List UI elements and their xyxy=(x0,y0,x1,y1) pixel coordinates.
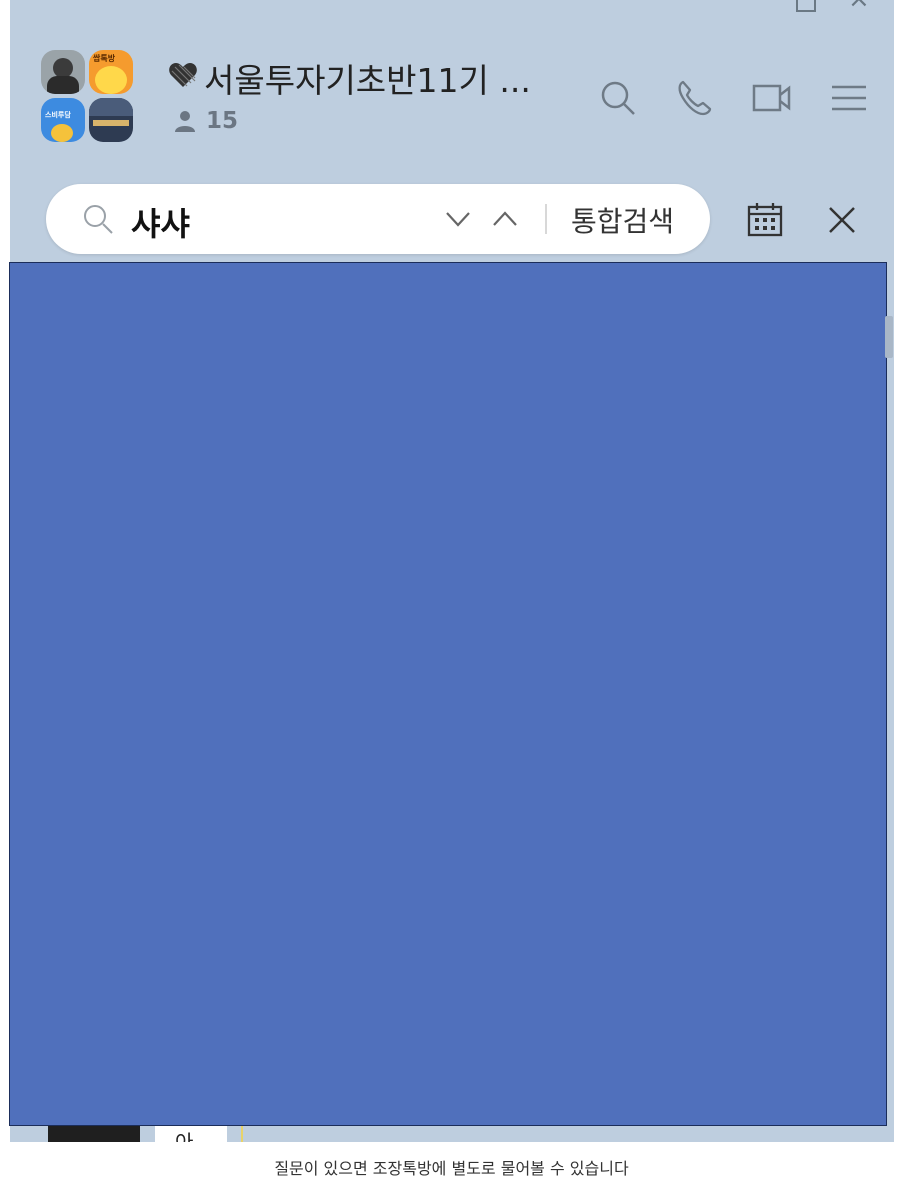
partial-message-text: 아 xyxy=(175,1130,194,1142)
search-input[interactable]: 샤샤 xyxy=(131,199,190,245)
chevron-up-icon[interactable] xyxy=(491,207,519,231)
header-actions xyxy=(598,78,894,118)
partial-avatar xyxy=(48,1126,140,1142)
menu-icon[interactable] xyxy=(829,78,869,118)
phone-icon[interactable] xyxy=(675,78,715,118)
caption: 질문이 있으면 조장톡방에 별도로 물어볼 수 있습니다 xyxy=(274,1159,629,1178)
calendar-icon[interactable] xyxy=(746,200,784,238)
search-icon[interactable] xyxy=(598,78,638,118)
maximize-button[interactable] xyxy=(796,0,816,12)
window-close-button[interactable]: × xyxy=(848,0,870,14)
member-count-value: 15 xyxy=(206,108,239,134)
scrollbar-thumb[interactable] xyxy=(885,316,893,358)
avatar-member-2: 쌉톡방 xyxy=(89,50,133,94)
heart-icon xyxy=(168,61,198,96)
partial-message-bubble: 아 xyxy=(155,1126,227,1142)
video-icon[interactable] xyxy=(752,78,792,118)
group-avatar[interactable]: 쌉톡방 스비루담 xyxy=(41,50,135,144)
chat-title-row[interactable]: 서울투자기초반11기 ... xyxy=(168,56,531,100)
message-search-bar[interactable]: 샤샤 통합검색 xyxy=(46,184,710,254)
search-divider xyxy=(545,204,547,234)
avatar-member-3: 스비루담 xyxy=(41,98,85,142)
partial-divider xyxy=(241,1126,243,1142)
avatar-label: 쌉톡방 xyxy=(93,54,116,63)
avatar-member-1 xyxy=(41,50,85,94)
person-icon xyxy=(175,111,195,132)
close-search-icon[interactable] xyxy=(826,204,858,236)
chat-title: 서울투자기초반11기 ... xyxy=(204,61,531,100)
avatar-label: 스비루담 xyxy=(45,111,71,119)
member-count[interactable]: 15 xyxy=(174,108,238,134)
magnifier-icon xyxy=(84,205,113,234)
avatar-member-4 xyxy=(89,98,133,142)
integrated-search-button[interactable]: 통합검색 xyxy=(571,200,674,240)
redacted-chat-area xyxy=(9,262,887,1126)
chevron-down-icon[interactable] xyxy=(444,207,472,231)
